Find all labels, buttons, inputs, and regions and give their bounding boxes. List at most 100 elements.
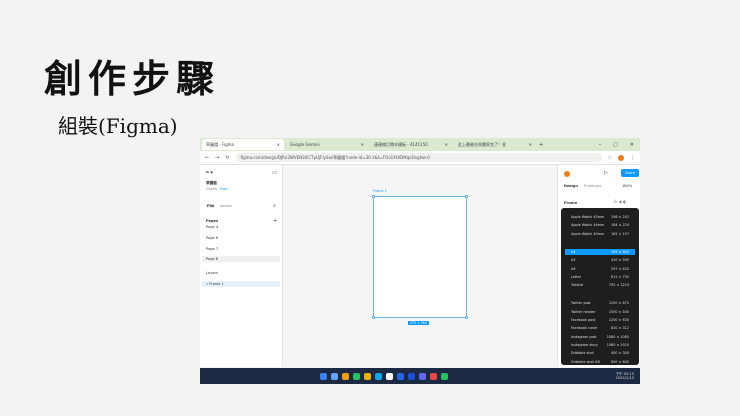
resize-handle[interactable] — [372, 316, 375, 319]
resize-handle[interactable] — [465, 316, 468, 319]
menu-icon[interactable]: ⋮ — [630, 155, 635, 161]
tab-prototype[interactable]: Prototype — [584, 184, 601, 188]
page-item[interactable]: Page 7 — [206, 247, 218, 251]
tab-label: 連連線訂閱木模板 - 4141150 — [374, 141, 428, 147]
preset-size: 400 × 300 — [611, 351, 629, 356]
taskbar-app-icon[interactable] — [386, 372, 393, 380]
taskbar-app-icon[interactable] — [397, 372, 404, 380]
close-icon[interactable]: ✕ — [277, 142, 280, 147]
reload-icon[interactable]: ↻ — [225, 155, 229, 161]
url-input[interactable]: figma.com/design/DJRn3WVEN30iCTpUjFlySw/… — [235, 153, 602, 162]
preset-item[interactable]: Twitter post 1200 × 675 — [565, 300, 635, 306]
close-window-button[interactable]: ✕ — [630, 142, 634, 148]
avatar[interactable] — [618, 154, 624, 161]
preset-name: Facebook cover — [571, 326, 598, 331]
preset-name: Dribbble shot — [571, 351, 594, 356]
preset-size: 420 × 595 — [611, 258, 629, 263]
bookmark-star-icon[interactable]: ☆ — [608, 155, 612, 161]
forward-icon[interactable]: → — [215, 155, 219, 161]
zoom-level[interactable]: 180% — [622, 184, 632, 188]
tab-template[interactable]: 連連線訂閱木模板 - 4141150 ✕ — [370, 139, 452, 150]
frame-options-icons[interactable]: ‹/› ◈ ◐ — [613, 199, 627, 204]
preset-item[interactable]: Dribbble shot 400 × 300 — [565, 350, 635, 356]
preset-name: Twitter post — [571, 301, 591, 306]
page-item-selected[interactable]: Page 8 — [202, 256, 280, 262]
layers-heading: Layers — [206, 271, 218, 275]
preset-size: 595 × 842 — [611, 249, 629, 254]
resize-handle[interactable] — [372, 195, 375, 198]
figma-menu-icon[interactable]: ⌗ ▾ — [206, 170, 213, 176]
preset-name: Apple Watch 44mm — [571, 223, 605, 228]
preset-item[interactable]: Apple Watch 40mm 162 × 197 — [565, 231, 635, 237]
frame-1[interactable] — [372, 195, 468, 319]
user-avatar[interactable] — [564, 171, 570, 177]
preset-item[interactable]: Twitter header 1500 × 500 — [565, 309, 635, 315]
resize-handle[interactable] — [465, 195, 468, 198]
slide-subtitle: 組裝(Figma) — [58, 114, 178, 138]
close-icon[interactable]: ✕ — [445, 142, 448, 147]
page-item[interactable]: Page 6 — [206, 236, 218, 240]
search-icon[interactable]: ⌕ — [273, 203, 276, 209]
back-icon[interactable]: ← — [205, 155, 209, 161]
preset-item[interactable]: Instagram story 1080 × 1920 — [565, 342, 635, 348]
preset-name: Facebook post — [571, 318, 596, 322]
preset-name: A5 — [571, 258, 576, 263]
preset-item[interactable]: Dribbble shot HD 800 × 600 — [565, 359, 635, 365]
preset-item[interactable]: Facebook post 1200 × 630 — [565, 317, 635, 323]
present-icon[interactable]: ▷ — [604, 170, 608, 176]
tab-design[interactable]: Design — [564, 184, 578, 188]
preset-name: A6 — [571, 266, 576, 271]
preset-item[interactable]: Apple Watch 44mm 184 × 224 — [565, 222, 635, 228]
page-item[interactable]: Page 4 — [206, 225, 218, 229]
layer-label: Frame 1 — [209, 282, 224, 286]
address-bar: ← → ↻ figma.com/design/DJRn3WVEN30iCTpUjFl… — [200, 151, 640, 165]
preset-name: A4 — [571, 249, 576, 254]
close-icon[interactable]: ✕ — [529, 142, 532, 147]
minimize-button[interactable]: – — [599, 142, 602, 148]
frame-preset-dropdown: Apple Watch 45mm 198 × 242 Apple Watch 44m… — [561, 208, 639, 365]
taskbar-app-icon[interactable] — [331, 372, 338, 380]
taskbar-app-icon[interactable] — [430, 372, 437, 380]
preset-name: Dribbble shot HD — [571, 359, 601, 364]
preset-item[interactable]: Instagram post 1080 × 1080 — [565, 334, 635, 340]
frame-label[interactable]: Frame 1 — [373, 189, 387, 193]
preset-size: 800 × 600 — [611, 359, 629, 364]
preset-item[interactable]: A4 595 × 842 — [565, 248, 635, 255]
share-button[interactable]: Share — [621, 169, 639, 177]
tab-gemini[interactable]: Google Gemini ✕ — [286, 139, 368, 150]
preset-size: 1080 × 1080 — [606, 334, 629, 339]
preset-item[interactable]: A5 420 × 595 — [565, 257, 635, 263]
plan-label: Drafts — [206, 187, 217, 191]
tab-figma[interactable]: 草圖檔 - Figma ✕ — [202, 139, 284, 150]
canvas[interactable]: Frame 1 375 × 564 ➤ # □ ✎ T ○ ⌘ ▦ ‹› — [283, 165, 557, 384]
taskbar-app-icon[interactable] — [375, 372, 382, 380]
close-icon[interactable]: ✕ — [361, 142, 364, 147]
file-name[interactable]: 草圖檔 — [206, 181, 217, 186]
tab-file[interactable]: File — [206, 204, 216, 208]
sidebar-toggle-icon[interactable]: ▭ — [272, 170, 277, 176]
preset-item[interactable]: A6 297 × 420 — [565, 266, 635, 272]
add-page-icon[interactable]: + — [273, 218, 277, 224]
tab-youtube[interactable]: 此上最被台灣畫家完了！皇 ✕ — [454, 139, 536, 150]
taskbar-app-icon[interactable] — [419, 372, 426, 380]
frame-select[interactable]: Frame — [564, 200, 577, 205]
clock-date[interactable]: 2025/1/15 — [615, 376, 634, 380]
layers-panel: ⌗ ▾ ▭ 草圖檔 Drafts Free File Assets ⌕ Page… — [200, 165, 283, 367]
taskbar-app-icon[interactable] — [364, 372, 371, 380]
maximize-button[interactable]: ▢ — [613, 142, 618, 148]
preset-item[interactable]: Facebook cover 820 × 312 — [565, 325, 635, 331]
preset-size: 162 × 197 — [611, 231, 629, 236]
preset-item[interactable]: Letter 612 × 792 — [565, 274, 635, 280]
preset-size: 297 × 420 — [611, 266, 629, 271]
taskbar-app-icon[interactable] — [408, 372, 415, 380]
taskbar-app-icon[interactable] — [342, 372, 349, 380]
tab-assets[interactable]: Assets — [220, 204, 232, 208]
preset-item[interactable]: Apple Watch 45mm 198 × 242 — [565, 214, 635, 220]
taskbar-app-icon[interactable] — [353, 372, 360, 380]
preset-item[interactable]: Tabloid 792 × 1224 — [565, 282, 635, 288]
preset-name: Tabloid — [571, 283, 583, 288]
taskbar-app-icon[interactable] — [441, 372, 448, 380]
new-tab-button[interactable]: + — [539, 142, 543, 148]
taskbar-app-icon[interactable] — [320, 372, 327, 380]
layer-item[interactable]: ⌗ Frame 1 — [202, 281, 280, 287]
